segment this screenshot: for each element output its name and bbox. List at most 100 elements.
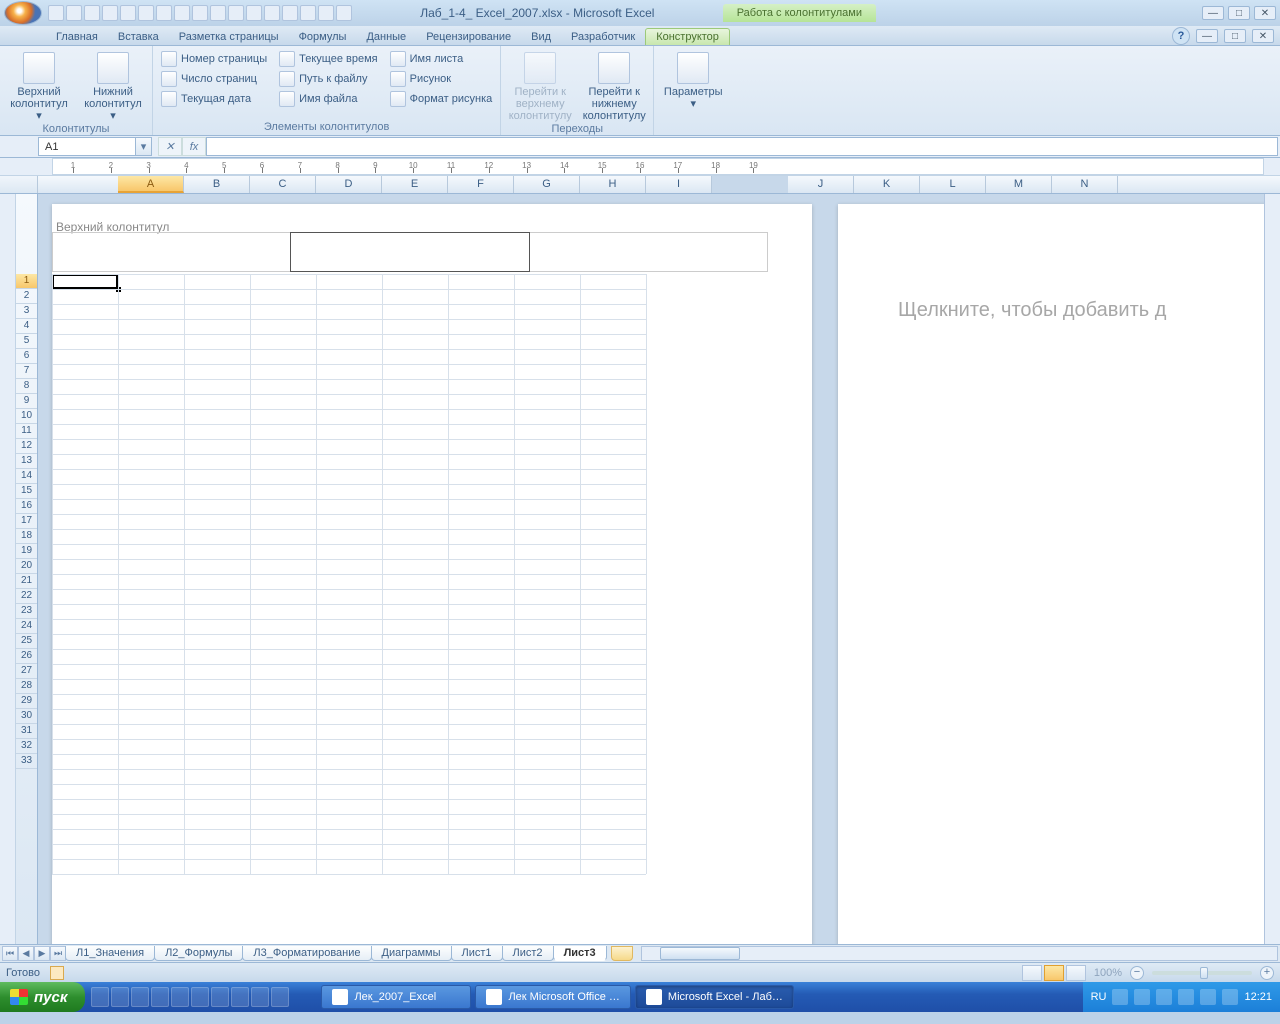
- page-1[interactable]: Верхний колонтитул: [52, 204, 812, 944]
- filepath-button[interactable]: Путь к файлу: [277, 70, 379, 88]
- horizontal-ruler[interactable]: 12345678910111213141516171819: [52, 158, 1264, 175]
- row-header[interactable]: 24: [16, 619, 37, 634]
- zoom-out-button[interactable]: −: [1130, 966, 1144, 980]
- currentdate-button[interactable]: Текущая дата: [159, 90, 269, 108]
- close-button[interactable]: ✕: [1254, 6, 1276, 20]
- tray-icon[interactable]: [1178, 989, 1194, 1005]
- tray-icon[interactable]: [1222, 989, 1238, 1005]
- options-button[interactable]: Параметры▾: [660, 50, 726, 132]
- taskbar-task[interactable]: Лек_2007_Excel: [321, 985, 471, 1009]
- quicklaunch-icon[interactable]: [231, 987, 249, 1007]
- page-2[interactable]: Верхний ко Щелкните, чтобы добавить д: [838, 204, 1264, 944]
- qat-undo-icon[interactable]: [66, 5, 82, 21]
- row-header[interactable]: 17: [16, 514, 37, 529]
- column-header[interactable]: L: [920, 176, 986, 193]
- column-header[interactable]: I: [646, 176, 712, 193]
- zoom-level[interactable]: 100%: [1094, 967, 1122, 979]
- qat-btn[interactable]: [138, 5, 154, 21]
- tab-nav-prev-icon[interactable]: ◀: [18, 946, 34, 961]
- row-header[interactable]: 28: [16, 679, 37, 694]
- view-pagebreak-button[interactable]: [1066, 965, 1086, 981]
- tab-view[interactable]: Вид: [521, 29, 561, 45]
- vertical-scrollbar[interactable]: [1264, 194, 1280, 944]
- row-header[interactable]: 11: [16, 424, 37, 439]
- qat-btn[interactable]: [228, 5, 244, 21]
- qat-btn[interactable]: [102, 5, 118, 21]
- row-header[interactable]: 15: [16, 484, 37, 499]
- filename-button[interactable]: Имя файла: [277, 90, 379, 108]
- tab-nav-last-icon[interactable]: ⏭: [50, 946, 66, 961]
- column-header[interactable]: A: [118, 176, 184, 193]
- header-button[interactable]: Верхний колонтитул ▾: [6, 50, 72, 122]
- cancel-formula-icon[interactable]: ✕: [158, 137, 182, 156]
- row-header[interactable]: 25: [16, 634, 37, 649]
- tray-icon[interactable]: [1156, 989, 1172, 1005]
- column-header[interactable]: C: [250, 176, 316, 193]
- row-header[interactable]: 7: [16, 364, 37, 379]
- tab-pagelayout[interactable]: Разметка страницы: [169, 29, 289, 45]
- tab-home[interactable]: Главная: [46, 29, 108, 45]
- qat-btn[interactable]: [120, 5, 136, 21]
- tab-data[interactable]: Данные: [356, 29, 416, 45]
- quicklaunch-icon[interactable]: [131, 987, 149, 1007]
- column-header[interactable]: D: [316, 176, 382, 193]
- row-header[interactable]: 16: [16, 499, 37, 514]
- row-header[interactable]: 27: [16, 664, 37, 679]
- tab-insert[interactable]: Вставка: [108, 29, 169, 45]
- row-header[interactable]: 8: [16, 379, 37, 394]
- row-header[interactable]: 21: [16, 574, 37, 589]
- start-button[interactable]: пуск: [0, 982, 85, 1012]
- row-header[interactable]: 31: [16, 724, 37, 739]
- macro-record-icon[interactable]: [50, 966, 64, 980]
- sheet-tab[interactable]: Лист3: [553, 946, 607, 961]
- qat-btn[interactable]: [264, 5, 280, 21]
- zoom-thumb[interactable]: [1200, 967, 1208, 979]
- tab-review[interactable]: Рецензирование: [416, 29, 521, 45]
- row-header[interactable]: 12: [16, 439, 37, 454]
- view-normal-button[interactable]: [1022, 965, 1042, 981]
- quicklaunch-icon[interactable]: [271, 987, 289, 1007]
- row-header[interactable]: 6: [16, 349, 37, 364]
- hscroll-thumb[interactable]: [660, 947, 740, 960]
- row-header[interactable]: 2: [16, 289, 37, 304]
- tab-formulas[interactable]: Формулы: [289, 29, 357, 45]
- qat-btn[interactable]: [192, 5, 208, 21]
- row-header[interactable]: 30: [16, 709, 37, 724]
- sheet-tab[interactable]: Л3_Форматирование: [242, 946, 371, 961]
- qat-btn[interactable]: [300, 5, 316, 21]
- row-header[interactable]: 3: [16, 304, 37, 319]
- row-header[interactable]: 26: [16, 649, 37, 664]
- picture-button[interactable]: Рисунок: [388, 70, 495, 88]
- quicklaunch-icon[interactable]: [151, 987, 169, 1007]
- new-sheet-button[interactable]: [611, 946, 633, 961]
- column-header[interactable]: J: [788, 176, 854, 193]
- qat-btn[interactable]: [174, 5, 190, 21]
- header-right-box[interactable]: [529, 233, 767, 271]
- vertical-ruler[interactable]: [0, 194, 16, 944]
- qat-btn[interactable]: [246, 5, 262, 21]
- taskbar-task[interactable]: Microsoft Excel - Лаб…: [635, 985, 794, 1009]
- sheet-tab[interactable]: Лист1: [451, 946, 503, 961]
- column-header[interactable]: B: [184, 176, 250, 193]
- tab-nav-first-icon[interactable]: ⏮: [2, 946, 18, 961]
- sheet-tab[interactable]: Л1_Значения: [65, 946, 155, 961]
- column-header[interactable]: F: [448, 176, 514, 193]
- qat-btn[interactable]: [318, 5, 334, 21]
- quicklaunch-icon[interactable]: [191, 987, 209, 1007]
- tray-icon[interactable]: [1134, 989, 1150, 1005]
- sheet-tab[interactable]: Л2_Формулы: [154, 946, 243, 961]
- row-header[interactable]: 9: [16, 394, 37, 409]
- quicklaunch-icon[interactable]: [91, 987, 109, 1007]
- row-header[interactable]: 19: [16, 544, 37, 559]
- header-region[interactable]: Верхний колонтитул: [52, 204, 812, 274]
- row-header[interactable]: 33: [16, 754, 37, 769]
- row-header[interactable]: 4: [16, 319, 37, 334]
- language-indicator[interactable]: RU: [1091, 991, 1107, 1003]
- formula-input[interactable]: [206, 137, 1278, 156]
- select-all-button[interactable]: [0, 176, 38, 193]
- pagenumber-button[interactable]: Номер страницы: [159, 50, 269, 68]
- tab-developer[interactable]: Разработчик: [561, 29, 645, 45]
- pagecount-button[interactable]: Число страниц: [159, 70, 269, 88]
- row-header[interactable]: 1: [16, 274, 37, 289]
- quicklaunch-icon[interactable]: [251, 987, 269, 1007]
